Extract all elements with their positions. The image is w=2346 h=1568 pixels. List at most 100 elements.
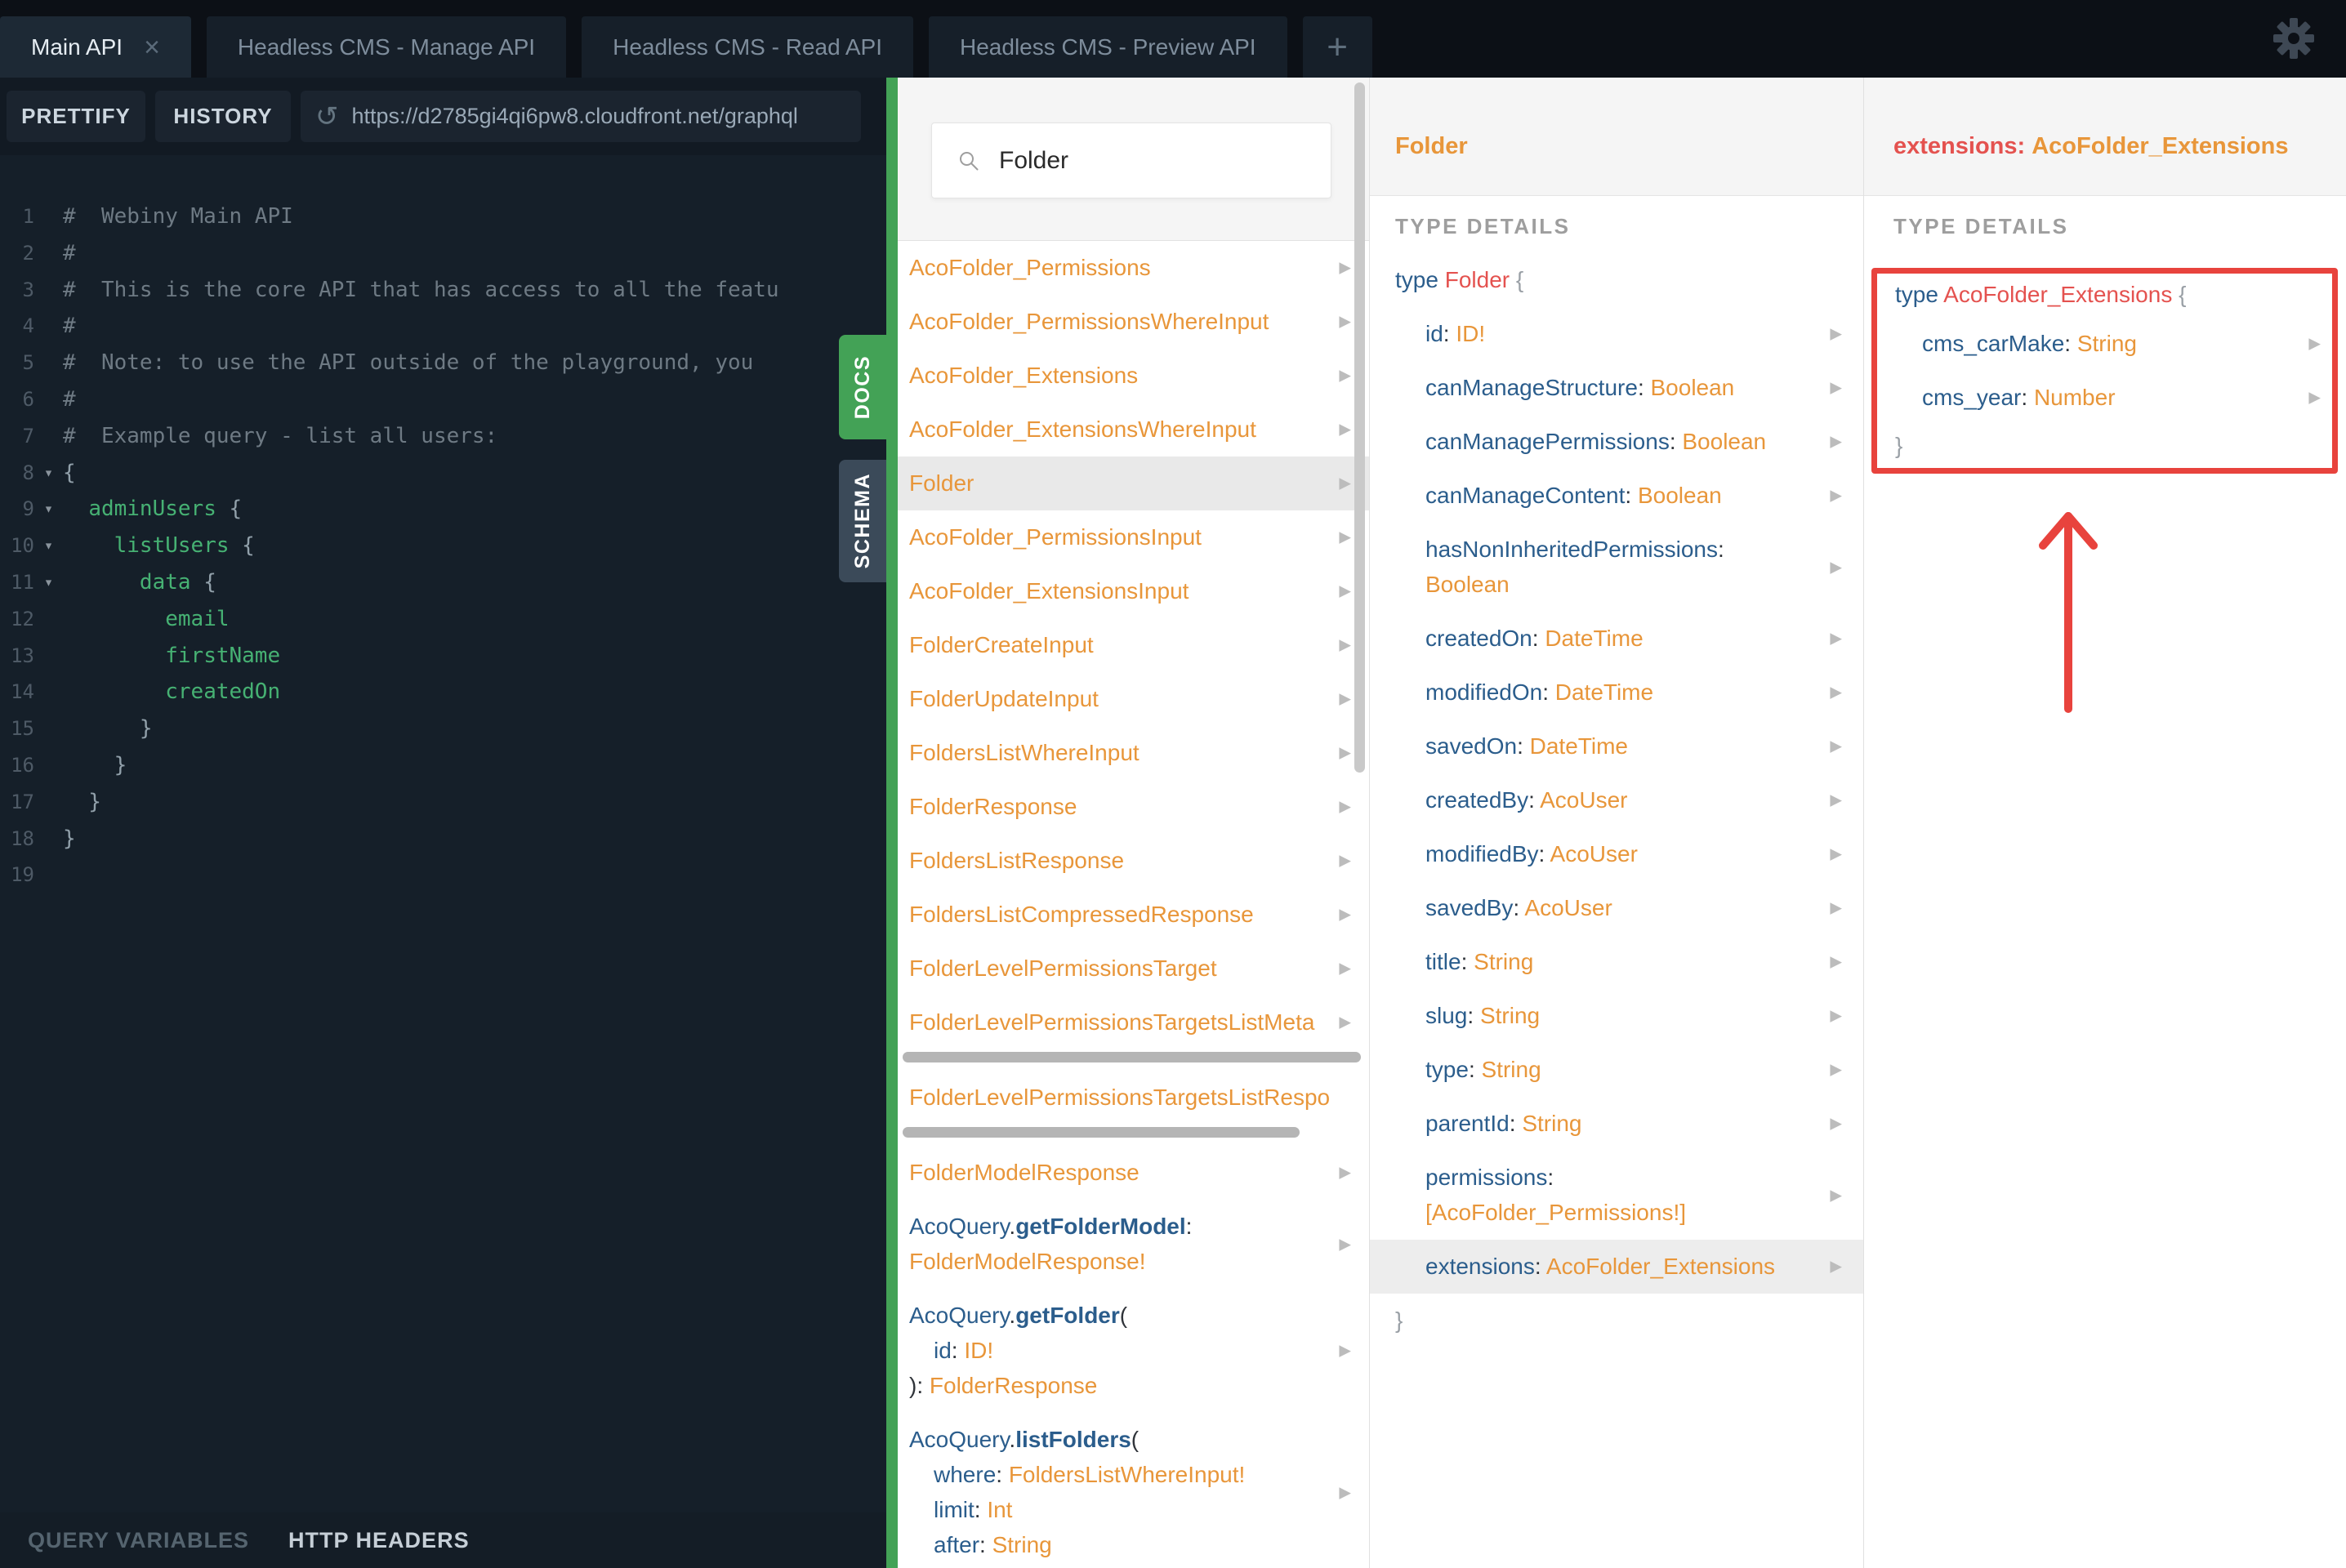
schema-side-tab[interactable]: SCHEMA (839, 460, 886, 582)
type-field-row[interactable]: createdOn: DateTime ▶ (1370, 612, 1863, 666)
expand-arrow-icon: ▶ (1339, 1342, 1351, 1360)
docs-search-input[interactable] (997, 145, 1295, 176)
text-span: FoldersListWhereInput (909, 740, 1140, 765)
tab-headless-cms-manage-api[interactable]: Headless CMS - Manage API (206, 16, 567, 78)
field-line: canManageStructure: Boolean (1425, 370, 1814, 405)
code-line: 19 (0, 857, 886, 893)
type-field-row[interactable]: extensions: AcoFolder_Extensions ▶ (1370, 1240, 1863, 1294)
fold-gutter (34, 601, 63, 638)
docs-scrollbar[interactable] (1354, 82, 1365, 773)
tab-headless-cms-preview-api[interactable]: Headless CMS - Preview API (929, 16, 1287, 78)
doc-list-item[interactable]: AcoFolder_PermissionsWhereInput ▶ (898, 295, 1369, 349)
type-field-row[interactable]: savedBy: AcoUser ▶ (1370, 881, 1863, 935)
expand-arrow-icon: ▶ (1830, 630, 1842, 648)
tab-headless-cms-read-api[interactable]: Headless CMS - Read API (582, 16, 914, 78)
field-line: canManageContent: Boolean (1425, 478, 1814, 513)
doc-list-item[interactable]: FolderUpdateInput ▶ (898, 672, 1369, 726)
text-span (63, 497, 88, 521)
text-span: FoldersListCompressedResponse (909, 902, 1254, 927)
tab-main-api[interactable]: Main API × (0, 16, 191, 78)
doc-list-item[interactable]: AcoFolder_Extensions ▶ (898, 349, 1369, 403)
doc-item-line: FoldersListWhereInput (909, 735, 1361, 770)
code-text: { (63, 455, 76, 492)
history-button[interactable]: HISTORY (155, 91, 291, 142)
code-text: # Example query - list all users: (63, 418, 497, 455)
doc-item-line: FolderModelResponse! (909, 1244, 1361, 1279)
type-field-row[interactable]: cms_year: Number ▶ (1877, 371, 2332, 425)
fold-caret-icon[interactable]: ▾ (34, 564, 63, 601)
endpoint-url-bar[interactable]: ↺ https://d2785gi4qi6pw8.cloudfront.net/… (301, 91, 861, 142)
type-field-row[interactable]: parentId: String ▶ (1370, 1097, 1863, 1151)
doc-list-item[interactable]: AcoFolder_Permissions ▶ (898, 241, 1369, 295)
text-span: } (63, 716, 153, 742)
fold-gutter (34, 308, 63, 345)
expand-arrow-icon: ▶ (1339, 852, 1351, 870)
type-field-row[interactable]: cms_carMake: String ▶ (1877, 317, 2332, 371)
text-span: ( (1131, 1427, 1140, 1452)
type-field-row[interactable]: slug: String ▶ (1370, 989, 1863, 1043)
query-variables-tab[interactable]: QUERY VARIABLES (28, 1528, 249, 1553)
type-field-row[interactable]: canManageContent: Boolean ▶ (1370, 469, 1863, 523)
fold-caret-icon[interactable]: ▾ (34, 491, 63, 528)
code-line: 3 # This is the core API that has access … (0, 272, 886, 309)
code-line: 1 # Webiny Main API (0, 198, 886, 235)
line-number: 8 (22, 461, 34, 484)
text-span: Folder (1444, 267, 1510, 292)
docs-search-box[interactable] (931, 122, 1331, 198)
expand-arrow-icon: ▶ (1339, 1164, 1351, 1182)
doc-list-item[interactable]: FoldersListCompressedResponse ▶ (898, 888, 1369, 942)
doc-list-item[interactable]: AcoFolder_ExtensionsInput ▶ (898, 564, 1369, 618)
docs-side-tab[interactable]: DOCS (839, 335, 886, 439)
http-headers-tab[interactable]: HTTP HEADERS (288, 1528, 470, 1553)
type-field-row[interactable]: type: String ▶ (1370, 1043, 1863, 1097)
type-field-row[interactable]: permissions: [AcoFolder_Permissions!] ▶ (1370, 1151, 1863, 1240)
doc-list-item[interactable]: AcoFolder_ExtensionsWhereInput ▶ (898, 403, 1369, 457)
text-span: String (1479, 1003, 1541, 1028)
code-text: listUsers { (63, 528, 255, 564)
doc-list-item[interactable]: AcoQuery.getFolderModel: FolderModelRespo… (898, 1200, 1369, 1289)
doc-list-item[interactable]: AcoFolder_PermissionsInput ▶ (898, 510, 1369, 564)
type-field-row[interactable]: modifiedOn: DateTime ▶ (1370, 666, 1863, 719)
type-field-row[interactable]: canManageStructure: Boolean ▶ (1370, 361, 1863, 415)
pane-divider[interactable] (886, 78, 898, 1568)
doc-list-item[interactable]: FoldersListResponse ▶ (898, 834, 1369, 888)
doc-item-line: after: String (909, 1527, 1361, 1562)
doc-list-item[interactable]: FolderLevelPermissionsTargetsListMeta ▶ (898, 996, 1369, 1049)
fold-caret-icon[interactable]: ▾ (34, 455, 63, 492)
prettify-button[interactable]: PRETTIFY (7, 91, 145, 142)
doc-list-item[interactable]: FolderLevelPermissionsTarget ▶ (898, 942, 1369, 996)
doc-list-item[interactable]: FoldersListWhereInput ▶ (898, 726, 1369, 780)
fold-caret-icon[interactable]: ▾ (34, 528, 63, 564)
type-field-row[interactable]: canManagePermissions: Boolean ▶ (1370, 415, 1863, 469)
api-tabs: Main API × Headless CMS - Manage API Headle… (0, 16, 1372, 78)
text-span: : (1534, 1254, 1546, 1279)
code-text: # (63, 235, 76, 272)
text-span: : (1517, 733, 1530, 759)
type-field-row[interactable]: modifiedBy: AcoUser ▶ (1370, 827, 1863, 881)
doc-list-item[interactable]: FolderLevelPermissionsTargetsListRespo (898, 1071, 1369, 1125)
doc-list-item[interactable]: AcoQuery.listFolders(where: FoldersListW… (898, 1413, 1369, 1568)
reload-icon[interactable]: ↺ (315, 103, 339, 131)
text-span: } (1895, 433, 1903, 458)
doc-list-item[interactable]: AcoQuery.getFolder(id: ID!): FolderRespo… (898, 1289, 1369, 1413)
doc-list-item[interactable]: Folder ▶ (898, 457, 1369, 510)
settings-gear-icon[interactable] (2272, 17, 2315, 60)
type-field-row[interactable]: id: ID! ▶ (1370, 307, 1863, 361)
horizontal-scrollbar[interactable] (903, 1127, 1300, 1138)
add-tab-button[interactable]: + (1302, 16, 1372, 78)
text-span: FolderModelResponse! (909, 1249, 1146, 1274)
type-field-row[interactable]: savedOn: DateTime ▶ (1370, 719, 1863, 773)
query-editor[interactable]: 1 # Webiny Main API 2 #3 # This is the core … (0, 155, 886, 1512)
type-field-row[interactable]: createdBy: AcoUser ▶ (1370, 773, 1863, 827)
doc-list-item[interactable]: FolderModelResponse ▶ (898, 1146, 1369, 1200)
type-field-row[interactable]: hasNonInheritedPermissions: Boolean ▶ (1370, 523, 1863, 612)
close-icon[interactable]: × (144, 33, 160, 61)
type-field-row[interactable]: title: String ▶ (1370, 935, 1863, 989)
doc-item-line: FolderModelResponse (909, 1155, 1361, 1190)
code-text: data { (63, 564, 216, 601)
expand-arrow-icon: ▶ (1830, 1115, 1842, 1133)
doc-list-item[interactable]: FolderResponse ▶ (898, 780, 1369, 834)
horizontal-scrollbar[interactable] (903, 1052, 1361, 1062)
doc-list-item[interactable]: FolderCreateInput ▶ (898, 618, 1369, 672)
text-span: : (1185, 1214, 1193, 1239)
